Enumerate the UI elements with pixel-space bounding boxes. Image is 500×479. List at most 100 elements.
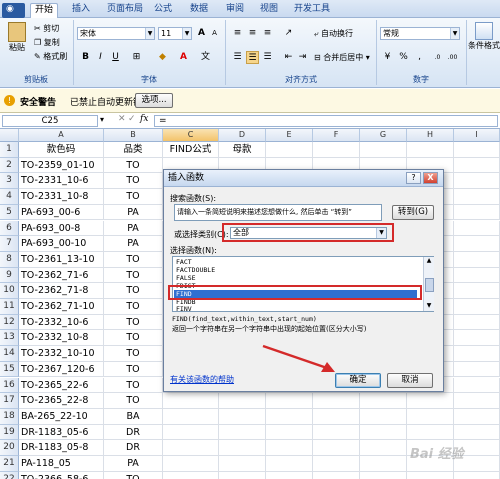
office-button[interactable]: ◉ <box>2 3 25 18</box>
table-cell[interactable]: TO-2332_10-10 <box>19 346 104 362</box>
orientation-icon[interactable]: ↗ <box>282 27 295 40</box>
increase-decimal-icon[interactable]: .0 <box>431 51 444 64</box>
help-link[interactable]: 有关该函数的帮助 <box>170 374 234 385</box>
function-item[interactable]: FACTDOUBLE <box>174 266 417 274</box>
table-cell[interactable]: TO <box>104 173 163 190</box>
row-header[interactable]: 3 <box>0 173 19 190</box>
scroll-down-icon[interactable]: ▼ <box>425 302 434 311</box>
row-header[interactable]: 1 <box>0 142 19 158</box>
table-cell[interactable]: TO-2365_22-6 <box>19 377 104 394</box>
tab-developer[interactable]: 开发工具 <box>290 3 334 18</box>
phonetic-button[interactable]: 文 <box>199 51 212 64</box>
table-cell[interactable]: TO <box>104 361 163 378</box>
row-header[interactable]: 19 <box>0 424 19 441</box>
table-cell[interactable] <box>313 456 360 472</box>
font-name-select[interactable]: 宋体 ▼ <box>77 27 155 40</box>
table-cell[interactable] <box>266 471 313 479</box>
row-header[interactable]: 15 <box>0 361 19 378</box>
table-cell[interactable] <box>313 408 360 425</box>
table-cell[interactable] <box>454 157 500 174</box>
row-header[interactable]: 9 <box>0 267 19 284</box>
table-cell[interactable]: PA <box>104 456 163 472</box>
table-cell[interactable]: DR-1183_05-8 <box>19 440 104 456</box>
help-icon[interactable]: ? <box>406 172 421 184</box>
table-cell[interactable]: DR <box>104 440 163 456</box>
column-header-i[interactable]: I <box>454 129 500 142</box>
table-cell[interactable]: DR <box>104 424 163 441</box>
table-cell[interactable] <box>407 471 454 479</box>
table-cell[interactable]: TO <box>104 157 163 174</box>
table-cell[interactable]: PA <box>104 220 163 237</box>
column-header-d[interactable]: D <box>219 129 266 142</box>
table-cell[interactable] <box>454 173 500 190</box>
row-header[interactable]: 14 <box>0 346 19 362</box>
row-header[interactable]: 2 <box>0 157 19 174</box>
table-cell[interactable]: PA-693_00-6 <box>19 204 104 221</box>
table-cell[interactable]: TO <box>104 393 163 409</box>
table-cell[interactable]: 款色码 <box>19 142 104 158</box>
chevron-down-icon[interactable]: ▾ <box>100 115 104 124</box>
table-cell[interactable] <box>360 440 407 456</box>
table-cell[interactable] <box>407 408 454 425</box>
column-header-b[interactable]: B <box>104 129 163 142</box>
border-icon[interactable]: ⊞ <box>130 51 143 64</box>
table-cell[interactable]: TO <box>104 283 163 299</box>
table-cell[interactable]: TO <box>104 189 163 205</box>
table-cell[interactable]: TO-2359_01-10 <box>19 157 104 174</box>
table-cell[interactable] <box>163 471 219 479</box>
table-cell[interactable]: TO-2331_10-6 <box>19 173 104 190</box>
row-header[interactable]: 8 <box>0 251 19 268</box>
wrap-text-button[interactable]: ⤶ 自动换行 <box>314 27 353 40</box>
table-cell[interactable]: TO <box>104 314 163 331</box>
table-cell[interactable] <box>454 220 500 237</box>
tab-home[interactable]: 开始 <box>30 3 59 18</box>
table-cell[interactable]: PA-693_00-8 <box>19 220 104 237</box>
table-cell[interactable]: TO <box>104 299 163 315</box>
table-cell[interactable]: TO-2331_10-8 <box>19 189 104 205</box>
table-cell[interactable] <box>407 142 454 158</box>
row-header[interactable]: 13 <box>0 330 19 347</box>
tab-insert[interactable]: 插入 <box>68 3 94 18</box>
table-cell[interactable]: TO-2362_71-6 <box>19 267 104 284</box>
table-cell[interactable] <box>313 393 360 409</box>
tab-view[interactable]: 视图 <box>256 3 282 18</box>
table-cell[interactable] <box>454 189 500 205</box>
table-cell[interactable]: PA-693_00-10 <box>19 236 104 252</box>
table-cell[interactable] <box>454 424 500 441</box>
percent-icon[interactable]: % <box>397 51 410 64</box>
function-item[interactable]: FINV <box>174 305 417 313</box>
function-item[interactable]: FACT <box>174 258 417 266</box>
align-left-icon[interactable]: ☰ <box>231 51 244 64</box>
search-input[interactable]: 请输入一条简短说明来描述您想做什么, 然后单击 “转到” <box>174 204 382 221</box>
row-header[interactable]: 11 <box>0 299 19 315</box>
table-cell[interactable] <box>313 471 360 479</box>
table-cell[interactable]: TO <box>104 346 163 362</box>
comma-icon[interactable]: , <box>413 51 426 64</box>
table-cell[interactable] <box>454 299 500 315</box>
ok-button[interactable]: 确定 <box>335 373 381 388</box>
table-cell[interactable] <box>266 408 313 425</box>
table-cell[interactable]: TO-2332_10-8 <box>19 330 104 347</box>
table-cell[interactable]: TO-2365_22-8 <box>19 393 104 409</box>
table-cell[interactable]: TO-2362_71-10 <box>19 299 104 315</box>
table-cell[interactable]: 母款 <box>219 142 266 158</box>
close-icon[interactable]: X <box>423 172 438 184</box>
tab-data[interactable]: 数据 <box>186 3 212 18</box>
underline-button[interactable]: U <box>109 51 122 64</box>
scroll-up-icon[interactable]: ▲ <box>425 257 434 266</box>
table-cell[interactable] <box>360 408 407 425</box>
function-list[interactable]: FACT FACTDOUBLE FALSE FDIST FIND FINDB F… <box>172 256 434 313</box>
font-color-button[interactable]: A <box>177 51 190 64</box>
table-cell[interactable] <box>163 456 219 472</box>
cut-button[interactable]: ✂ 剪切 <box>34 22 59 35</box>
table-cell[interactable]: PA-118_05 <box>19 456 104 472</box>
table-cell[interactable] <box>454 330 500 347</box>
table-cell[interactable] <box>266 142 313 158</box>
row-header[interactable]: 10 <box>0 283 19 299</box>
conditional-format-button[interactable]: 条件格式 <box>468 22 500 68</box>
table-cell[interactable]: TO <box>104 251 163 268</box>
align-middle-icon[interactable]: ≡ <box>246 27 259 40</box>
table-cell[interactable] <box>454 267 500 284</box>
align-top-icon[interactable]: ≡ <box>231 27 244 40</box>
column-header-f[interactable]: F <box>313 129 360 142</box>
